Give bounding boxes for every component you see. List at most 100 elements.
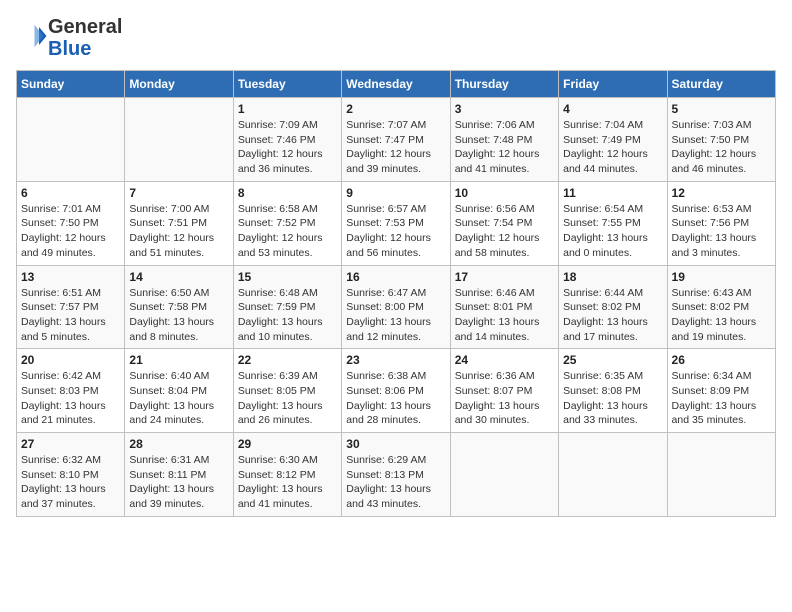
calendar-cell: 23 Sunrise: 6:38 AM Sunset: 8:06 PM Dayli… [342,349,450,433]
col-header-monday: Monday [125,71,233,98]
calendar-cell: 26 Sunrise: 6:34 AM Sunset: 8:09 PM Dayli… [667,349,775,433]
calendar-cell: 18 Sunrise: 6:44 AM Sunset: 8:02 PM Dayli… [559,265,667,349]
calendar-cell: 15 Sunrise: 6:48 AM Sunset: 7:59 PM Dayli… [233,265,341,349]
col-header-friday: Friday [559,71,667,98]
day-info: Sunrise: 7:03 AM Sunset: 7:50 PM Dayligh… [672,118,771,177]
col-header-sunday: Sunday [17,71,125,98]
day-number: 29 [238,437,337,451]
day-number: 30 [346,437,445,451]
day-info: Sunrise: 6:35 AM Sunset: 8:08 PM Dayligh… [563,369,662,428]
day-number: 9 [346,186,445,200]
day-number: 3 [455,102,554,116]
day-info: Sunrise: 6:39 AM Sunset: 8:05 PM Dayligh… [238,369,337,428]
calendar-cell: 20 Sunrise: 6:42 AM Sunset: 8:03 PM Dayli… [17,349,125,433]
day-info: Sunrise: 6:57 AM Sunset: 7:53 PM Dayligh… [346,202,445,261]
day-number: 24 [455,353,554,367]
calendar-cell: 14Sunrise: 6:50 AM Sunset: 7:58 PM Dayli… [125,265,233,349]
calendar-cell: 3 Sunrise: 7:06 AM Sunset: 7:48 PM Daylig… [450,98,558,182]
calendar-cell: 1 Sunrise: 7:09 AM Sunset: 7:46 PM Daylig… [233,98,341,182]
calendar-week-4: 20 Sunrise: 6:42 AM Sunset: 8:03 PM Dayli… [17,349,776,433]
day-number: 22 [238,353,337,367]
day-info: Sunrise: 6:43 AM Sunset: 8:02 PM Dayligh… [672,286,771,345]
day-info: Sunrise: 6:40 AM Sunset: 8:04 PM Dayligh… [129,369,228,428]
day-number: 10 [455,186,554,200]
calendar-cell: 29 Sunrise: 6:30 AM Sunset: 8:12 PM Dayli… [233,433,341,517]
logo: General Blue [16,16,122,60]
calendar-week-3: 13 Sunrise: 6:51 AM Sunset: 7:57 PM Dayli… [17,265,776,349]
calendar-cell [559,433,667,517]
calendar-table: SundayMondayTuesdayWednesdayThursdayFrid… [16,70,776,517]
calendar-cell: 21 Sunrise: 6:40 AM Sunset: 8:04 PM Dayli… [125,349,233,433]
day-info: Sunrise: 6:48 AM Sunset: 7:59 PM Dayligh… [238,286,337,345]
calendar-week-1: 1 Sunrise: 7:09 AM Sunset: 7:46 PM Daylig… [17,98,776,182]
day-info: Sunrise: 6:31 AM Sunset: 8:11 PM Dayligh… [129,453,228,512]
calendar-cell: 4Sunrise: 7:04 AM Sunset: 7:49 PM Daylig… [559,98,667,182]
day-number: 19 [672,270,771,284]
day-info: Sunrise: 7:06 AM Sunset: 7:48 PM Dayligh… [455,118,554,177]
calendar-cell: 11Sunrise: 6:54 AM Sunset: 7:55 PM Dayli… [559,181,667,265]
day-number: 1 [238,102,337,116]
day-number: 21 [129,353,228,367]
day-number: 25 [563,353,662,367]
day-info: Sunrise: 6:36 AM Sunset: 8:07 PM Dayligh… [455,369,554,428]
day-number: 5 [672,102,771,116]
calendar-cell [450,433,558,517]
day-info: Sunrise: 7:07 AM Sunset: 7:47 PM Dayligh… [346,118,445,177]
calendar-cell: 24 Sunrise: 6:36 AM Sunset: 8:07 PM Dayli… [450,349,558,433]
calendar-cell: 12 Sunrise: 6:53 AM Sunset: 7:56 PM Dayli… [667,181,775,265]
day-number: 12 [672,186,771,200]
day-number: 4 [563,102,662,116]
logo-text: General Blue [48,16,122,60]
page-header: General Blue [16,16,776,60]
day-info: Sunrise: 6:53 AM Sunset: 7:56 PM Dayligh… [672,202,771,261]
day-number: 15 [238,270,337,284]
calendar-cell: 30Sunrise: 6:29 AM Sunset: 8:13 PM Dayli… [342,433,450,517]
day-number: 27 [21,437,120,451]
calendar-week-5: 27 Sunrise: 6:32 AM Sunset: 8:10 PM Dayli… [17,433,776,517]
day-number: 18 [563,270,662,284]
day-number: 2 [346,102,445,116]
calendar-cell: 8Sunrise: 6:58 AM Sunset: 7:52 PM Daylig… [233,181,341,265]
day-number: 23 [346,353,445,367]
day-info: Sunrise: 6:56 AM Sunset: 7:54 PM Dayligh… [455,202,554,261]
calendar-cell: 22 Sunrise: 6:39 AM Sunset: 8:05 PM Dayli… [233,349,341,433]
day-info: Sunrise: 7:00 AM Sunset: 7:51 PM Dayligh… [129,202,228,261]
day-info: Sunrise: 6:32 AM Sunset: 8:10 PM Dayligh… [21,453,120,512]
calendar-cell: 10 Sunrise: 6:56 AM Sunset: 7:54 PM Dayli… [450,181,558,265]
day-info: Sunrise: 6:44 AM Sunset: 8:02 PM Dayligh… [563,286,662,345]
day-number: 17 [455,270,554,284]
day-info: Sunrise: 6:38 AM Sunset: 8:06 PM Dayligh… [346,369,445,428]
day-info: Sunrise: 6:47 AM Sunset: 8:00 PM Dayligh… [346,286,445,345]
day-number: 28 [129,437,228,451]
day-number: 11 [563,186,662,200]
day-info: Sunrise: 6:30 AM Sunset: 8:12 PM Dayligh… [238,453,337,512]
day-number: 20 [21,353,120,367]
calendar-cell: 5 Sunrise: 7:03 AM Sunset: 7:50 PM Daylig… [667,98,775,182]
calendar-cell: 7Sunrise: 7:00 AM Sunset: 7:51 PM Daylig… [125,181,233,265]
calendar-cell: 19 Sunrise: 6:43 AM Sunset: 8:02 PM Dayli… [667,265,775,349]
calendar-cell: 28 Sunrise: 6:31 AM Sunset: 8:11 PM Dayli… [125,433,233,517]
day-info: Sunrise: 6:42 AM Sunset: 8:03 PM Dayligh… [21,369,120,428]
col-header-thursday: Thursday [450,71,558,98]
calendar-cell [667,433,775,517]
day-info: Sunrise: 6:34 AM Sunset: 8:09 PM Dayligh… [672,369,771,428]
calendar-cell: 6Sunrise: 7:01 AM Sunset: 7:50 PM Daylig… [17,181,125,265]
calendar-cell: 2 Sunrise: 7:07 AM Sunset: 7:47 PM Daylig… [342,98,450,182]
col-header-wednesday: Wednesday [342,71,450,98]
day-info: Sunrise: 6:51 AM Sunset: 7:57 PM Dayligh… [21,286,120,345]
calendar-cell: 16 Sunrise: 6:47 AM Sunset: 8:00 PM Dayli… [342,265,450,349]
logo-icon [18,21,48,51]
day-number: 14 [129,270,228,284]
day-number: 6 [21,186,120,200]
calendar-cell: 25 Sunrise: 6:35 AM Sunset: 8:08 PM Dayli… [559,349,667,433]
calendar-cell: 9 Sunrise: 6:57 AM Sunset: 7:53 PM Daylig… [342,181,450,265]
calendar-header-row: SundayMondayTuesdayWednesdayThursdayFrid… [17,71,776,98]
day-info: Sunrise: 6:58 AM Sunset: 7:52 PM Dayligh… [238,202,337,261]
calendar-body: 1 Sunrise: 7:09 AM Sunset: 7:46 PM Daylig… [17,98,776,517]
calendar-cell [125,98,233,182]
calendar-cell: 27 Sunrise: 6:32 AM Sunset: 8:10 PM Dayli… [17,433,125,517]
day-number: 13 [21,270,120,284]
day-number: 16 [346,270,445,284]
day-number: 26 [672,353,771,367]
day-info: Sunrise: 7:09 AM Sunset: 7:46 PM Dayligh… [238,118,337,177]
